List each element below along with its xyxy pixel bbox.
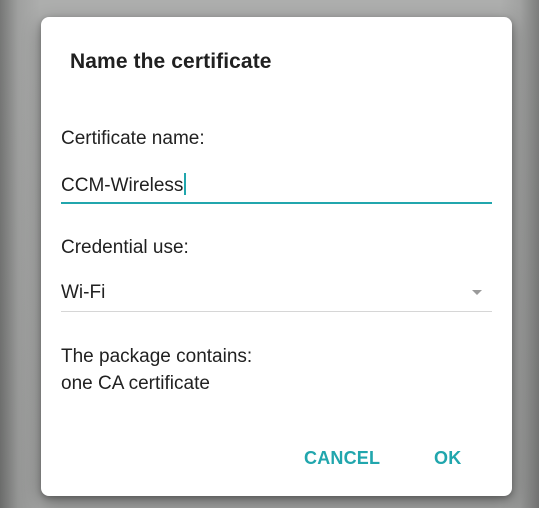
cancel-button[interactable]: CANCEL	[296, 441, 388, 475]
credential-use-value: Wi-Fi	[61, 282, 106, 303]
credential-use-dropdown[interactable]: Wi-Fi	[61, 275, 492, 312]
chevron-down-icon	[472, 290, 482, 295]
certificate-name-dialog: Name the certificate Certificate name: C…	[41, 17, 512, 496]
package-contents-value: one CA certificate	[61, 373, 210, 394]
credential-use-label: Credential use:	[61, 237, 189, 258]
dialog-title: Name the certificate	[70, 50, 272, 73]
ok-button[interactable]: OK	[426, 441, 469, 475]
certificate-name-label: Certificate name:	[61, 128, 205, 149]
package-contents-label: The package contains:	[61, 346, 253, 367]
certificate-name-input[interactable]	[61, 172, 492, 204]
